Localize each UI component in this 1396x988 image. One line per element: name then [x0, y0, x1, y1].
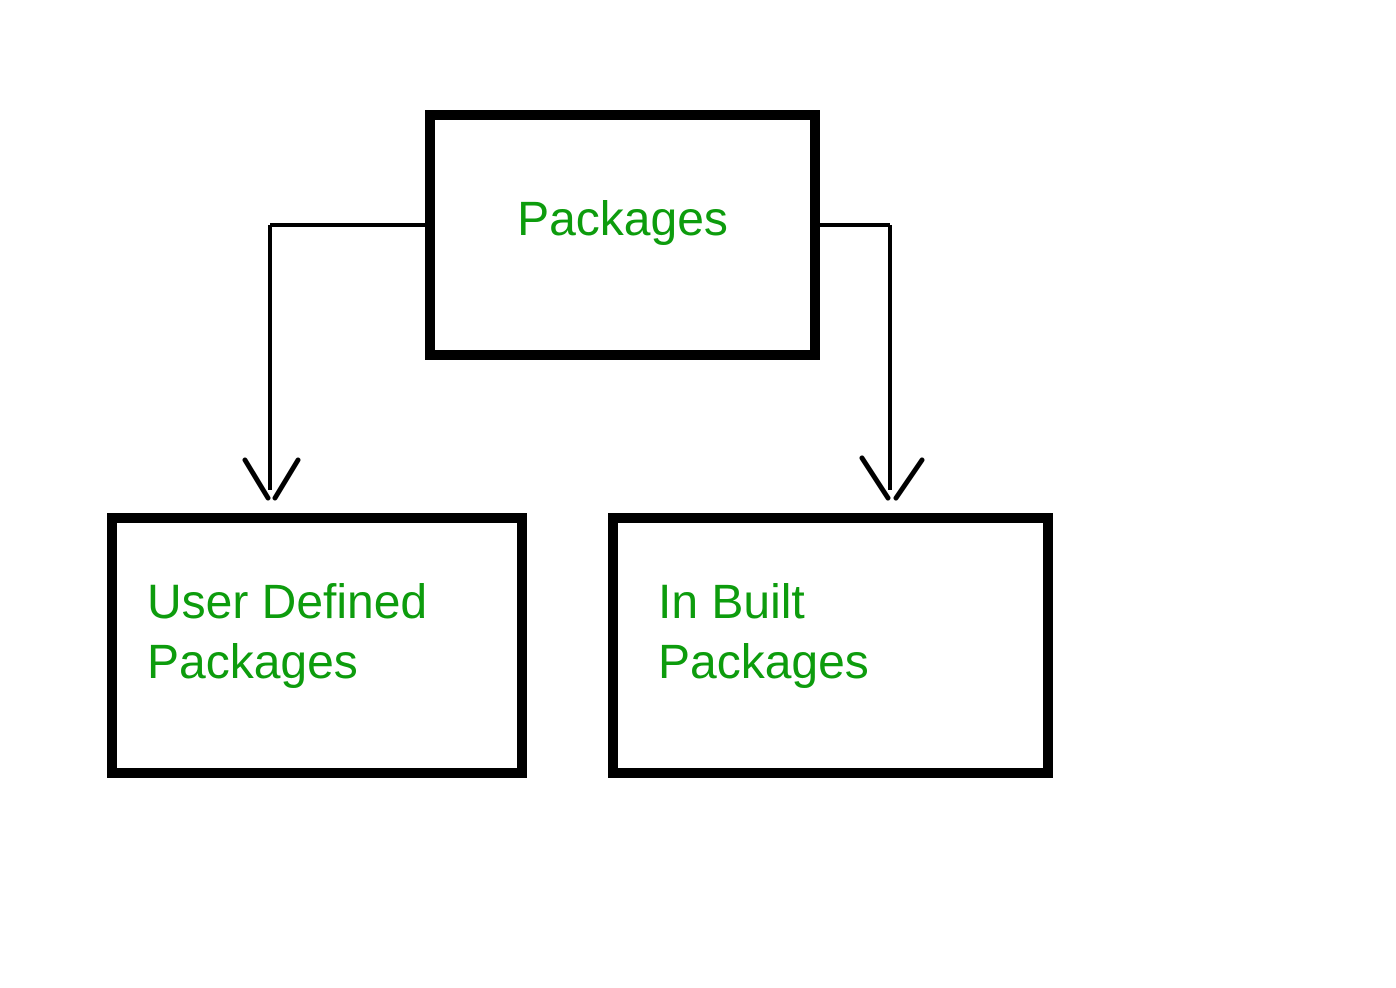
node-label-in-built: In Built Packages [658, 573, 1013, 693]
diagram-node-packages: Packages [425, 110, 820, 360]
node-label-user-defined: User Defined Packages [147, 573, 487, 693]
node-label-packages: Packages [517, 190, 728, 250]
diagram-node-user-defined: User Defined Packages [107, 513, 527, 778]
diagram-node-in-built: In Built Packages [608, 513, 1053, 778]
